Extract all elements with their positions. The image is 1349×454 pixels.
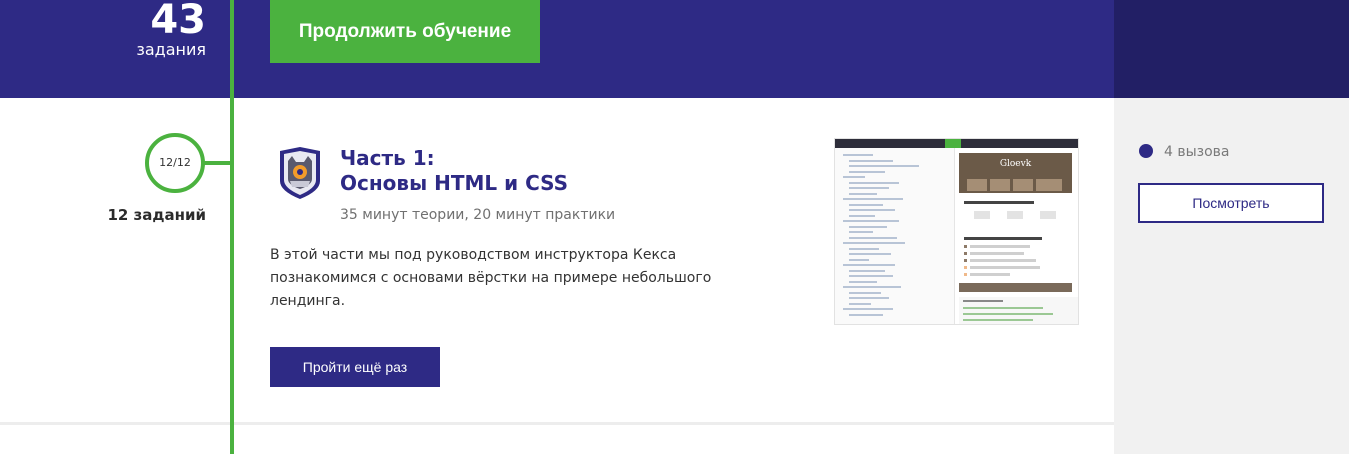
preview-console-line	[963, 300, 1003, 302]
preview-console-line	[963, 313, 1053, 315]
preview-code-line	[849, 258, 869, 261]
preview-text	[970, 259, 1036, 262]
preview-code-line	[849, 269, 885, 272]
lesson-description: В этой части мы под руководством инструк…	[270, 247, 712, 309]
preview-code-line	[849, 214, 875, 217]
preview-bullet	[964, 259, 967, 262]
retake-lesson-button[interactable]: Пройти ещё раз	[270, 347, 440, 387]
total-tasks-label: задания	[136, 40, 206, 59]
top-band-right	[1114, 0, 1349, 98]
challenge-dot-icon	[1139, 144, 1153, 158]
divider	[0, 422, 1114, 425]
view-challenges-button[interactable]: Посмотреть	[1138, 183, 1324, 223]
preview-site-title: Gloevk	[999, 159, 1032, 169]
preview-icon	[1007, 211, 1023, 219]
preview-code-line	[849, 291, 881, 294]
preview-console	[959, 297, 1078, 324]
preview-code-line	[849, 275, 893, 277]
challenges-count: 4 вызова	[1164, 144, 1230, 160]
timeline-connector	[204, 161, 231, 165]
preview-footer	[959, 283, 1072, 292]
preview-site: Gloevk	[959, 153, 1072, 293]
preview-text	[970, 273, 1010, 276]
preview-code-line	[849, 225, 887, 228]
preview-code-line	[849, 170, 885, 173]
preview-code-line	[849, 236, 897, 239]
preview-bullet	[964, 266, 967, 269]
preview-hero: Gloevk	[959, 153, 1072, 193]
preview-code-line	[849, 297, 889, 299]
preview-code-editor	[835, 148, 955, 324]
preview-code-line	[849, 165, 919, 167]
progress-circle: 12/12	[145, 133, 205, 193]
preview-bullet	[964, 252, 967, 255]
preview-code-line	[843, 176, 865, 178]
preview-code-line	[849, 247, 879, 250]
preview-console-line	[963, 319, 1033, 321]
preview-text	[970, 266, 1040, 269]
preview-code-line	[849, 253, 891, 255]
preview-code-line	[849, 313, 883, 316]
timeline-line	[230, 0, 234, 454]
preview-code-line	[843, 220, 899, 222]
preview-code-line	[843, 242, 905, 244]
lesson-preview-image[interactable]: Gloevk	[834, 138, 1079, 325]
lesson-title[interactable]: Часть 1: Основы HTML и CSS	[340, 146, 568, 196]
preview-heading	[964, 237, 1042, 240]
preview-code-line	[849, 192, 877, 195]
preview-code-line	[849, 203, 883, 206]
preview-bullet	[964, 245, 967, 248]
preview-bullet	[964, 273, 967, 276]
preview-code-line	[843, 264, 895, 266]
preview-photo	[990, 179, 1010, 191]
lesson-duration: 35 минут теории, 20 минут практики	[340, 207, 616, 223]
preview-photo	[1036, 179, 1062, 191]
preview-code-line	[843, 308, 893, 310]
lesson-tasks-count: 12 заданий	[107, 206, 206, 224]
preview-code-line	[843, 286, 901, 288]
preview-heading	[964, 201, 1034, 204]
preview-code-line	[849, 280, 877, 283]
total-tasks-number: 43	[150, 0, 206, 43]
preview-code-line	[849, 159, 893, 162]
preview-code-line	[849, 209, 895, 211]
preview-toolbar-accent	[945, 139, 961, 148]
progress-text: 12/12	[159, 156, 191, 169]
preview-code-line	[849, 231, 873, 233]
preview-code-line	[849, 302, 871, 305]
preview-console-line	[963, 307, 1043, 309]
preview-code-line	[843, 198, 903, 200]
preview-icon	[974, 211, 990, 219]
preview-icon	[1040, 211, 1056, 219]
preview-photo	[1013, 179, 1033, 191]
preview-text	[970, 252, 1024, 255]
continue-learning-button[interactable]: Продолжить обучение	[270, 0, 540, 63]
lesson-title-line2: Основы HTML и CSS	[340, 171, 569, 195]
htmlacademy-cat-badge-icon	[280, 147, 320, 199]
preview-code-line	[849, 181, 899, 184]
preview-photo	[967, 179, 987, 191]
preview-code-line	[849, 187, 889, 189]
preview-text	[970, 245, 1030, 248]
lesson-title-line1: Часть 1:	[340, 146, 435, 170]
preview-code-line	[843, 154, 873, 156]
